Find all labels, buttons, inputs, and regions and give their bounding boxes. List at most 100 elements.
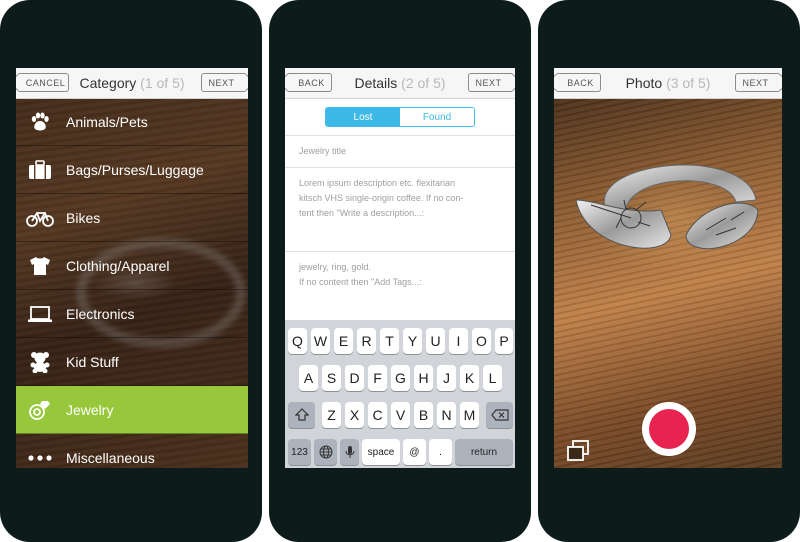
key-m[interactable]: M xyxy=(460,402,479,428)
key-e[interactable]: E xyxy=(334,328,353,354)
dot-key[interactable]: . xyxy=(429,439,452,465)
category-item-miscellaneous[interactable]: Miscellaneous xyxy=(16,434,248,468)
key-v[interactable]: V xyxy=(391,402,410,428)
next-button[interactable]: NEXT xyxy=(735,73,779,92)
navigation-bar: BACK Details (2 of 5) NEXT xyxy=(285,68,515,99)
back-button-label: BACK xyxy=(567,77,594,88)
key-r[interactable]: R xyxy=(357,328,376,354)
key-j[interactable]: J xyxy=(437,365,456,391)
navigation-bar: BACK Photo (3 of 5) NEXT xyxy=(554,68,782,99)
tshirt-icon xyxy=(26,256,54,276)
tags-line: If no content then "Add Tags...: xyxy=(299,277,422,287)
category-label: Miscellaneous xyxy=(66,449,155,466)
category-item-animals-pets[interactable]: Animals/Pets xyxy=(16,98,248,146)
next-button-label: NEXT xyxy=(475,77,502,88)
key-i[interactable]: I xyxy=(449,328,468,354)
cancel-button[interactable]: CANCEL xyxy=(19,73,69,92)
microphone-icon xyxy=(345,446,354,458)
title-field[interactable]: Jewelry title xyxy=(285,135,515,167)
globe-icon xyxy=(319,445,332,459)
category-item-jewelry[interactable]: Jewelry xyxy=(16,386,248,434)
key-f[interactable]: F xyxy=(368,365,387,391)
category-label: Kid Stuff xyxy=(66,353,119,370)
category-item-kid-stuff[interactable]: Kid Stuff xyxy=(16,338,248,386)
cancel-button-label: CANCEL xyxy=(25,77,66,88)
description-line: Lorem ipsum description etc. flexitarian xyxy=(299,178,456,188)
key-o[interactable]: O xyxy=(472,328,491,354)
category-label: Bikes xyxy=(66,209,101,226)
navigation-bar: CANCEL Category (1 of 5) NEXT xyxy=(16,68,248,99)
laptop-icon xyxy=(26,305,54,323)
shift-key[interactable] xyxy=(288,402,315,428)
globe-key[interactable] xyxy=(314,439,337,465)
key-u[interactable]: U xyxy=(426,328,445,354)
more-dots-icon xyxy=(26,454,54,461)
step-indicator: (3 of 5) xyxy=(666,75,711,91)
shift-icon xyxy=(294,408,309,421)
phone-category: CANCEL Category (1 of 5) NEXT Animals/Pe… xyxy=(0,0,262,542)
ring-photo xyxy=(575,164,759,250)
key-b[interactable]: B xyxy=(414,402,433,428)
key-c[interactable]: C xyxy=(368,402,387,428)
category-item-bags[interactable]: Bags/Purses/Luggage xyxy=(16,146,248,194)
back-button[interactable]: BACK xyxy=(288,73,332,92)
category-label: Electronics xyxy=(66,305,135,322)
details-screen: BACK Details (2 of 5) NEXT Lost Found Je… xyxy=(285,68,515,468)
jewelry-icon xyxy=(26,399,54,421)
shutter-inner xyxy=(649,409,689,449)
back-button[interactable]: BACK xyxy=(557,73,601,92)
key-t[interactable]: T xyxy=(380,328,399,354)
lost-found-segmented-control: Lost Found xyxy=(325,107,475,127)
keyboard: Q W E R T Y U I O P A S D F G H J K L Z … xyxy=(285,320,515,468)
page-title: Photo (3 of 5) xyxy=(626,68,711,98)
category-screen: CANCEL Category (1 of 5) NEXT Animals/Pe… xyxy=(16,68,248,468)
category-item-bikes[interactable]: Bikes xyxy=(16,194,248,242)
segment-found[interactable]: Found xyxy=(400,108,474,126)
category-label: Animals/Pets xyxy=(66,113,148,130)
backspace-key[interactable] xyxy=(486,402,513,428)
shutter-button[interactable] xyxy=(642,402,696,456)
key-z[interactable]: Z xyxy=(322,402,341,428)
next-button[interactable]: NEXT xyxy=(468,73,512,92)
key-h[interactable]: H xyxy=(414,365,433,391)
at-key[interactable]: @ xyxy=(403,439,426,465)
key-y[interactable]: Y xyxy=(403,328,422,354)
gallery-icon[interactable] xyxy=(566,440,590,467)
title-placeholder: Jewelry title xyxy=(299,146,347,156)
paw-icon xyxy=(26,112,54,132)
key-w[interactable]: W xyxy=(311,328,330,354)
key-k[interactable]: K xyxy=(460,365,479,391)
description-field[interactable]: Lorem ipsum description etc. flexitarian… xyxy=(285,167,515,251)
key-s[interactable]: S xyxy=(322,365,341,391)
next-button[interactable]: NEXT xyxy=(201,73,245,92)
next-button-label: NEXT xyxy=(208,77,235,88)
page-title: Details (2 of 5) xyxy=(354,68,445,98)
step-indicator: (2 of 5) xyxy=(401,75,446,91)
key-g[interactable]: G xyxy=(391,365,410,391)
key-a[interactable]: A xyxy=(299,365,318,391)
title-text: Details xyxy=(354,75,398,91)
category-label: Bags/Purses/Luggage xyxy=(66,161,204,178)
tags-field[interactable]: jewelry, ring, gold. If no content then … xyxy=(285,251,515,320)
category-label: Jewelry xyxy=(66,401,114,418)
category-item-electronics[interactable]: Electronics xyxy=(16,290,248,338)
key-p[interactable]: P xyxy=(495,328,513,354)
return-key[interactable]: return xyxy=(455,439,513,465)
microphone-key[interactable] xyxy=(340,439,359,465)
space-key[interactable]: space xyxy=(362,439,400,465)
key-q[interactable]: Q xyxy=(288,328,307,354)
page-title: Category (1 of 5) xyxy=(79,68,184,98)
category-item-clothing[interactable]: Clothing/Apparel xyxy=(16,242,248,290)
segment-lost[interactable]: Lost xyxy=(326,108,400,126)
key-x[interactable]: X xyxy=(345,402,364,428)
title-text: Photo xyxy=(625,75,663,91)
step-indicator: (1 of 5) xyxy=(140,75,185,91)
backspace-icon xyxy=(490,409,509,421)
category-label: Clothing/Apparel xyxy=(66,257,170,274)
teddy-bear-icon xyxy=(26,351,54,373)
phone-photo: BACK Photo (3 of 5) NEXT xyxy=(538,0,800,542)
key-d[interactable]: D xyxy=(345,365,364,391)
key-n[interactable]: N xyxy=(437,402,456,428)
numbers-key[interactable]: 123 xyxy=(288,439,311,465)
key-l[interactable]: L xyxy=(483,365,502,391)
